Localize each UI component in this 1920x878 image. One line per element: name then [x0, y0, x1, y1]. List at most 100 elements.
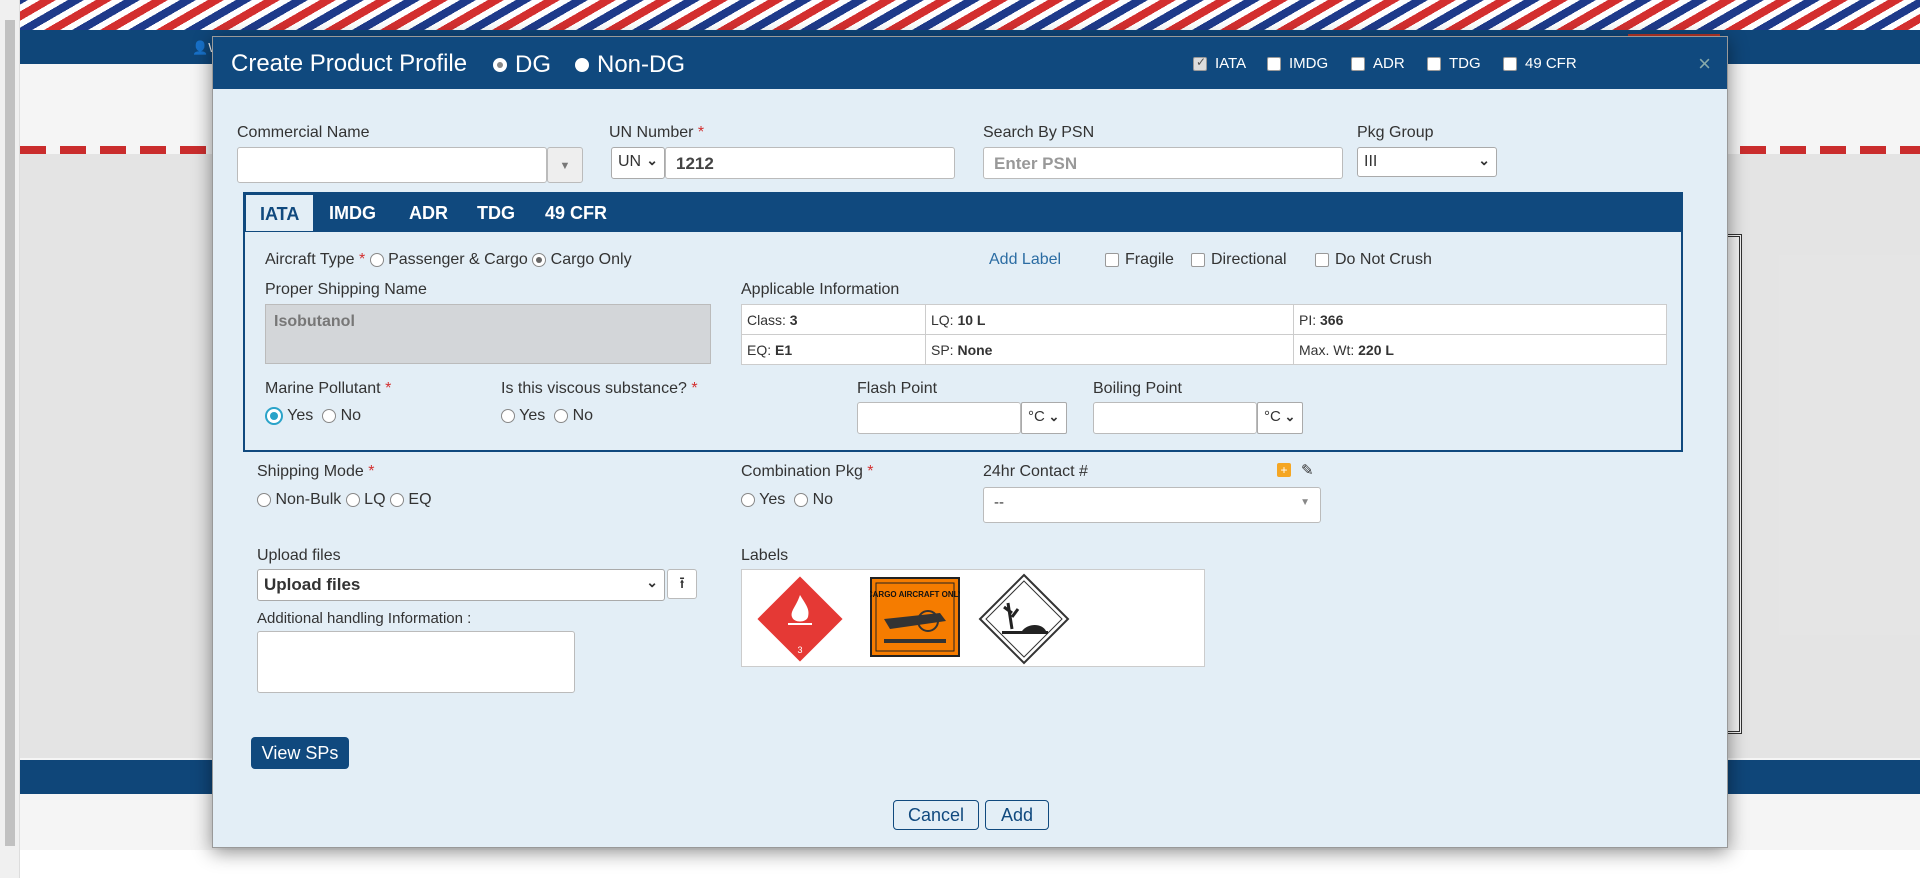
flash-point-input[interactable] — [857, 402, 1021, 434]
combination-pkg-label: Combination Pkg * — [741, 463, 874, 480]
fragile-checkbox[interactable]: Fragile — [1105, 251, 1174, 269]
tab-iata[interactable]: IATA — [245, 194, 315, 232]
shipping-mode-options: Non-Bulk LQ EQ — [257, 491, 432, 509]
cargo-only-radio[interactable] — [532, 252, 547, 267]
modal-title: Create Product Profile — [231, 50, 468, 77]
non-bulk-radio[interactable] — [257, 492, 271, 507]
regulation-tab-panel: IATA IMDG ADR TDG 49 CFR Aircraft Type *… — [243, 192, 1683, 452]
close-icon[interactable]: × — [1698, 51, 1711, 77]
checkbox-icon[interactable] — [1267, 56, 1281, 71]
cao-text: CARGO AIRCRAFT ONLY — [870, 590, 960, 599]
shipping-mode-label: Shipping Mode * — [257, 463, 375, 480]
checkbox-icon[interactable] — [1191, 253, 1205, 267]
pkg-group-select[interactable]: III ⌄ — [1357, 147, 1497, 177]
tab-imdg[interactable]: IMDG — [315, 194, 390, 232]
boiling-point-input[interactable] — [1093, 402, 1257, 434]
non-dg-radio[interactable]: Non-DG — [575, 51, 685, 79]
tab-49cfr[interactable]: 49 CFR — [531, 194, 621, 232]
add-label-link[interactable]: Add Label — [989, 251, 1061, 269]
cargo-aircraft-only-label-icon: CARGO AIRCRAFT ONLY — [870, 577, 960, 657]
commercial-name-label: Commercial Name — [237, 124, 370, 141]
reg-checkbox-adr[interactable]: ADR — [1351, 55, 1405, 72]
checkbox-icon[interactable] — [1105, 253, 1119, 267]
search-psn-label: Search By PSN — [983, 124, 1095, 141]
checkbox-icon[interactable] — [1193, 55, 1207, 71]
viscous-no-label: No — [572, 407, 594, 424]
info-cell-sp: SP: None — [925, 334, 1294, 365]
tab-tdg[interactable]: TDG — [463, 194, 529, 232]
additional-handling-textarea[interactable] — [257, 631, 575, 693]
marine-pollutant-label: Marine Pollutant * — [265, 380, 392, 397]
reg-checkbox-imdg[interactable]: IMDG — [1267, 55, 1328, 72]
view-sps-button[interactable]: View SPs — [251, 737, 349, 769]
dg-radio-circle[interactable] — [493, 58, 507, 72]
non-dg-radio-circle[interactable] — [575, 58, 589, 72]
lq-radio[interactable] — [345, 492, 360, 507]
modal-header: Create Product Profile DG Non-DG IATA IM… — [213, 37, 1727, 89]
marine-no-radio[interactable] — [322, 409, 337, 423]
environmentally-hazardous-label-icon — [978, 573, 1070, 665]
caret-down-icon: ▼ — [1300, 497, 1310, 508]
un-number-label: UN Number * — [609, 124, 705, 141]
directional-label: Directional — [1211, 251, 1287, 268]
add-contact-icon[interactable]: + — [1277, 463, 1291, 477]
combination-no-radio[interactable] — [794, 492, 809, 507]
flash-point-unit-select[interactable]: °C ⌄ — [1021, 402, 1067, 434]
additional-handling-label: Additional handling Information : — [257, 610, 472, 627]
passenger-cargo-radio[interactable] — [369, 252, 384, 267]
marine-yes-radio[interactable] — [265, 407, 283, 425]
upload-icon[interactable]: ⭱ — [667, 569, 697, 599]
labels-title: Labels — [741, 547, 789, 564]
eq-radio[interactable] — [389, 492, 404, 507]
psn-field: Isobutanol — [265, 304, 711, 364]
directional-checkbox[interactable]: Directional — [1191, 251, 1287, 269]
info-cell-class: Class: 3 — [741, 304, 926, 335]
info-cell-eq: EQ: E1 — [741, 334, 926, 365]
reg-label: IMDG — [1289, 55, 1329, 72]
create-product-profile-modal: Create Product Profile DG Non-DG IATA IM… — [212, 36, 1728, 848]
do-not-crush-checkbox[interactable]: Do Not Crush — [1315, 251, 1432, 269]
checkbox-icon[interactable] — [1427, 56, 1441, 71]
upload-files-select[interactable]: Upload files ⌄ — [257, 569, 665, 601]
combination-yes-radio[interactable] — [741, 492, 755, 507]
add-button[interactable]: Add — [985, 800, 1049, 830]
checkbox-icon[interactable] — [1351, 56, 1365, 71]
un-prefix-select[interactable]: UN ⌄ — [611, 147, 665, 179]
applicable-info-table: Class: 3 LQ: 10 L PI: 366 EQ: E1 SP: Non… — [741, 304, 1667, 365]
un-number-input[interactable]: 1212 — [665, 147, 955, 179]
scrollbar-thumb[interactable] — [5, 20, 15, 846]
boiling-point-unit-select[interactable]: °C ⌄ — [1257, 402, 1303, 434]
flammable-liquid-label-icon: 3 — [754, 573, 846, 665]
search-psn-input[interactable]: Enter PSN — [983, 147, 1343, 179]
contact-label: 24hr Contact # — [983, 463, 1088, 480]
reg-checkbox-iata[interactable]: IATA — [1193, 55, 1246, 72]
chevron-down-icon: ⌄ — [646, 152, 658, 168]
cancel-button[interactable]: Cancel — [893, 800, 979, 830]
aircraft-type-row: Aircraft Type * Passenger & Cargo Cargo … — [265, 251, 632, 268]
edit-contact-icon[interactable]: ✎ — [1301, 461, 1314, 479]
combination-yes-label: Yes — [759, 491, 786, 508]
table-row: Class: 3 LQ: 10 L PI: 366 — [741, 304, 1667, 335]
dg-radio[interactable]: DG — [493, 51, 551, 79]
table-row: EQ: E1 SP: None Max. Wt: 220 L — [741, 334, 1667, 365]
passenger-cargo-label: Passenger & Cargo — [388, 251, 528, 268]
pkg-group-label: Pkg Group — [1357, 124, 1434, 141]
regulation-tabs: IATA IMDG ADR TDG 49 CFR — [245, 194, 1681, 232]
checkbox-icon[interactable] — [1315, 253, 1329, 267]
viscous-no-radio[interactable] — [554, 408, 569, 423]
labels-box: 3 CARGO AIRCRAFT ONLY — [741, 569, 1205, 667]
commercial-name-input[interactable] — [237, 147, 547, 183]
viscous-options: Yes No — [501, 407, 593, 425]
contact-select[interactable]: -- ▼ — [983, 487, 1321, 523]
tab-adr[interactable]: ADR — [395, 194, 462, 232]
reg-checkbox-49cfr[interactable]: 49 CFR — [1503, 55, 1577, 72]
reg-checkbox-tdg[interactable]: TDG — [1427, 55, 1481, 72]
non-bulk-label: Non-Bulk — [275, 491, 342, 508]
marine-yes-label: Yes — [287, 407, 314, 425]
header-stripes — [20, 0, 1920, 30]
commercial-name-dropdown-button[interactable]: ▼ — [547, 147, 583, 183]
checkbox-icon[interactable] — [1503, 56, 1517, 71]
page-scrollbar[interactable] — [0, 0, 20, 878]
viscous-yes-radio[interactable] — [501, 408, 515, 423]
info-cell-max-wt: Max. Wt: 220 L — [1293, 334, 1667, 365]
